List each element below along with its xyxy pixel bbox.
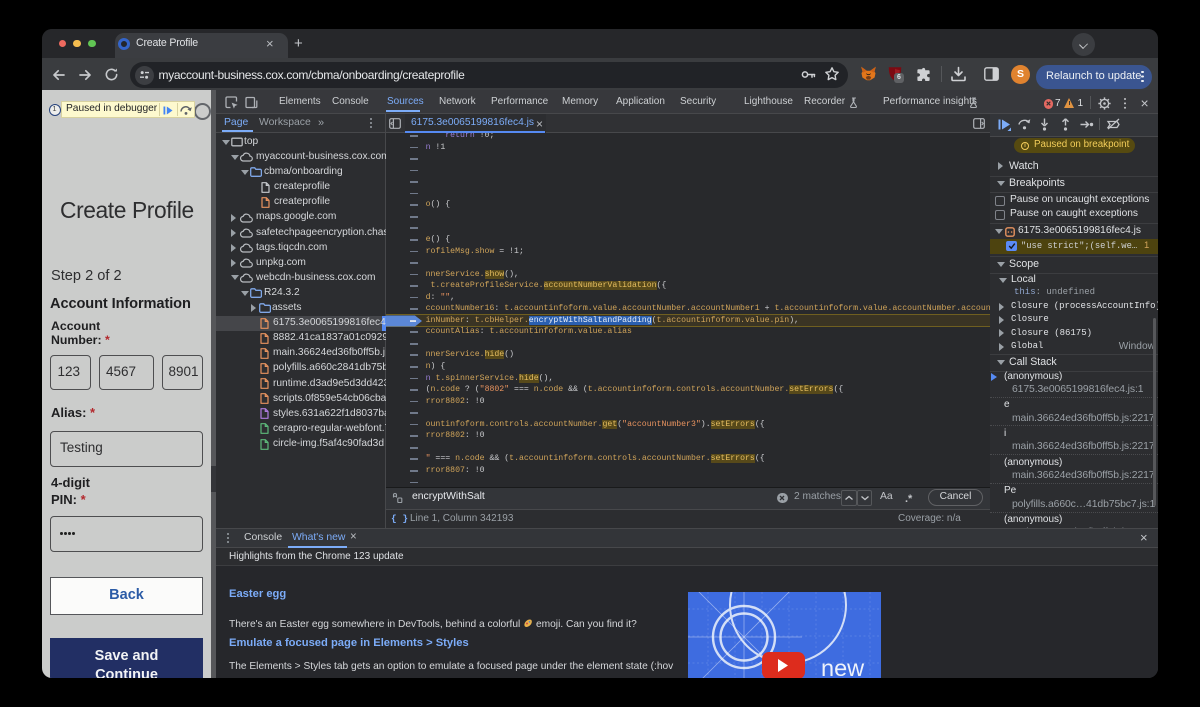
svg-text:new: new <box>821 655 865 678</box>
